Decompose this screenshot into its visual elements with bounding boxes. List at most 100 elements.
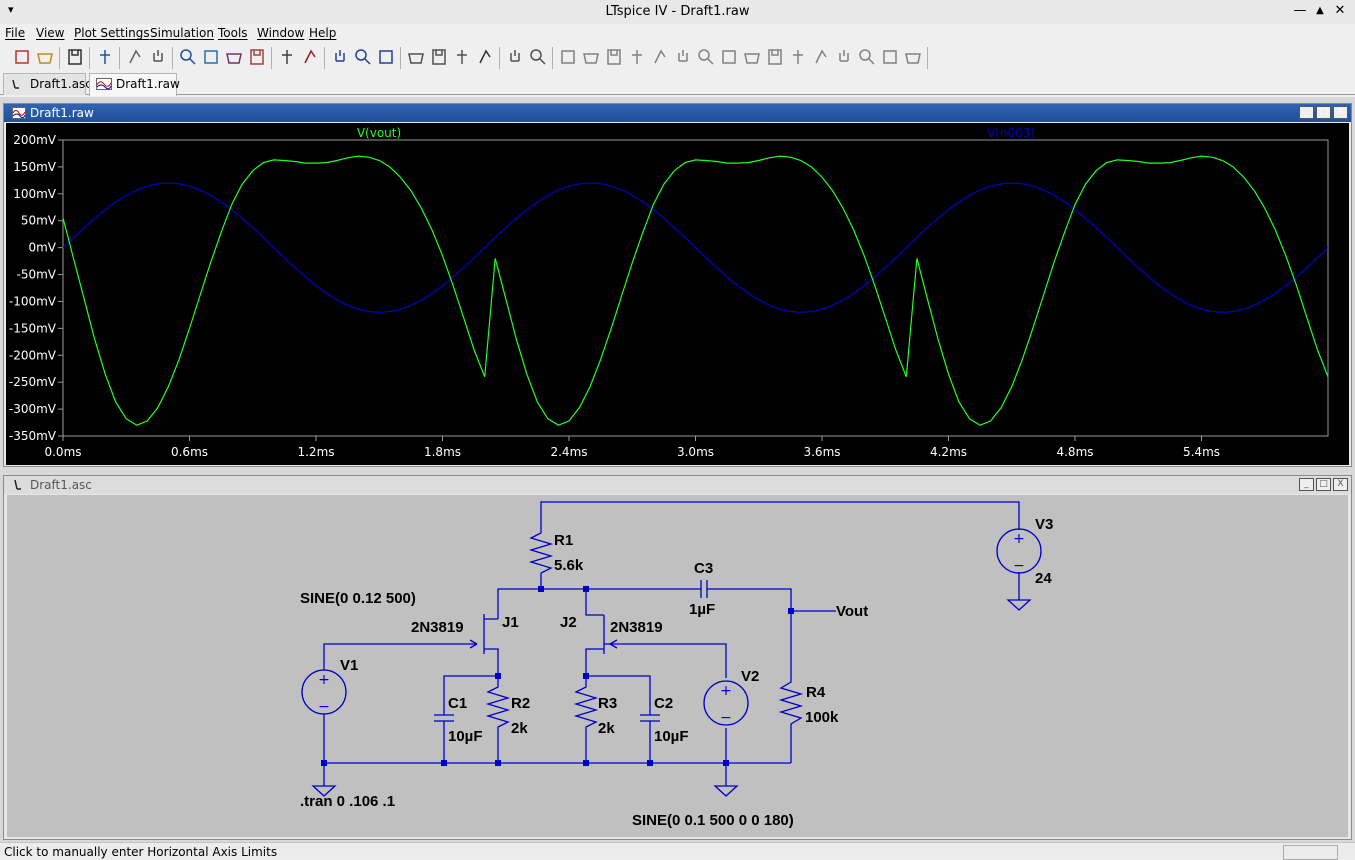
capacitor-icon[interactable] <box>650 47 670 67</box>
label-vout[interactable]: Vout <box>836 603 868 620</box>
y-tick-label[interactable]: 50mV <box>21 214 57 228</box>
print-icon[interactable] <box>528 47 548 67</box>
value-c3[interactable]: 1µF <box>689 601 715 618</box>
x-tick-label[interactable]: 4.8ms <box>1056 445 1093 459</box>
x-tick-label[interactable]: 0.6ms <box>171 445 208 459</box>
y-tick-label[interactable]: -300mV <box>9 402 57 416</box>
menu-window[interactable]: Window <box>257 26 304 40</box>
undo-icon[interactable] <box>788 47 808 67</box>
value-r4[interactable]: 100k <box>805 709 839 726</box>
zoom-out-icon[interactable] <box>224 47 244 67</box>
schematic-window-titlebar[interactable]: Draft1.asc _ □ X <box>4 476 1351 494</box>
cut-icon[interactable] <box>406 47 426 67</box>
plot-window-titlebar[interactable]: Draft1.raw _ □ X <box>4 104 1351 122</box>
drag-icon[interactable] <box>765 47 785 67</box>
y-tick-label[interactable]: -150mV <box>9 321 57 335</box>
menu-simulation[interactable]: Simulation <box>150 26 214 40</box>
maximize-icon[interactable]: ▲ <box>1310 2 1330 20</box>
tran-directive[interactable]: .tran 0 .106 .1 <box>300 793 395 810</box>
label-v1[interactable]: V1 <box>340 657 358 674</box>
x-tick-label[interactable]: 1.2ms <box>297 445 334 459</box>
run-icon[interactable] <box>125 47 145 67</box>
menu-file[interactable]: File <box>5 26 25 40</box>
label-r3[interactable]: R3 <box>598 695 617 712</box>
y-tick-label[interactable]: 200mV <box>13 133 57 147</box>
label-c2[interactable]: C2 <box>654 695 673 712</box>
x-tick-label[interactable]: 5.4ms <box>1183 445 1220 459</box>
ground-icon[interactable] <box>581 47 601 67</box>
restore-button[interactable]: □ <box>1316 106 1331 119</box>
y-tick-label[interactable]: 0mV <box>28 241 56 255</box>
y-tick-label[interactable]: -50mV <box>17 268 57 282</box>
label-j1[interactable]: J1 <box>502 614 519 631</box>
component-icon[interactable] <box>719 47 739 67</box>
label-r4[interactable]: R4 <box>806 684 826 701</box>
schematic-canvas[interactable]: + − + − + − R1 5.6k C3 1µF Vout SINE(0 0… <box>7 495 1348 837</box>
value-c1[interactable]: 10µF <box>448 728 483 745</box>
paste-icon[interactable] <box>452 47 472 67</box>
new-schematic-icon[interactable] <box>12 47 32 67</box>
waveform-plot[interactable]: 200mV 150mV 100mV 50mV 0mV -50mV -100mV -150mV -… <box>6 123 1349 465</box>
spice-directive-icon[interactable] <box>903 47 923 67</box>
menu-plot-settings[interactable]: Plot Settings <box>74 26 150 40</box>
find-icon[interactable] <box>475 47 495 67</box>
resistor-icon[interactable] <box>627 47 647 67</box>
value-v1[interactable]: SINE(0 0.12 500) <box>300 590 416 607</box>
copy-icon[interactable] <box>429 47 449 67</box>
minimize-icon[interactable]: — <box>1290 2 1310 20</box>
zoom-cancel-icon[interactable] <box>247 47 267 67</box>
label-v3[interactable]: V3 <box>1035 516 1053 533</box>
y-tick-label[interactable]: -350mV <box>9 429 57 443</box>
text-icon[interactable] <box>880 47 900 67</box>
y-tick-label[interactable]: -200mV <box>9 348 57 362</box>
control-panel-icon[interactable] <box>95 47 115 67</box>
label-v2[interactable]: V2 <box>741 668 759 685</box>
tab-draft1-asc[interactable]: Draft1.asc <box>3 73 92 95</box>
tile-horizontal-icon[interactable] <box>330 47 350 67</box>
label-c3[interactable]: C3 <box>694 560 713 577</box>
close-icon[interactable]: ✕ <box>1330 2 1350 20</box>
open-icon[interactable] <box>35 47 55 67</box>
label-r1[interactable]: R1 <box>554 532 573 549</box>
close-button[interactable]: X <box>1333 478 1348 491</box>
x-tick-label[interactable]: 4.2ms <box>930 445 967 459</box>
label-j2[interactable]: J2 <box>560 614 577 631</box>
legend-n003[interactable]: V(n003) <box>987 126 1035 140</box>
y-tick-label[interactable]: -250mV <box>9 375 57 389</box>
value-c2[interactable]: 10µF <box>654 728 689 745</box>
value-r3[interactable]: 2k <box>598 720 615 737</box>
value-r2[interactable]: 2k <box>511 720 528 737</box>
model-j2[interactable]: 2N3819 <box>610 619 663 636</box>
label-c1[interactable]: C1 <box>448 695 467 712</box>
x-tick-label[interactable]: 3.6ms <box>803 445 840 459</box>
wire-icon[interactable] <box>558 47 578 67</box>
y-tick-label[interactable]: -100mV <box>9 294 57 308</box>
minimize-button[interactable]: _ <box>1299 478 1314 491</box>
zoom-full-icon[interactable] <box>300 47 320 67</box>
restore-button[interactable]: □ <box>1316 478 1331 491</box>
legend-vout[interactable]: V(vout) <box>357 126 401 140</box>
x-tick-label[interactable]: 0.0ms <box>44 445 81 459</box>
label-r2[interactable]: R2 <box>511 695 530 712</box>
inductor-icon[interactable] <box>673 47 693 67</box>
menu-help[interactable]: Help <box>309 26 336 40</box>
y-tick-label[interactable]: 100mV <box>13 187 57 201</box>
label-net-icon[interactable] <box>604 47 624 67</box>
mirror-icon[interactable] <box>857 47 877 67</box>
y-tick-label[interactable]: 150mV <box>13 160 57 174</box>
minimize-button[interactable]: _ <box>1299 106 1314 119</box>
cascade-icon[interactable] <box>353 47 373 67</box>
model-j1[interactable]: 2N3819 <box>411 619 464 636</box>
autorange-icon[interactable] <box>277 47 297 67</box>
move-icon[interactable] <box>742 47 762 67</box>
x-tick-label[interactable]: 2.4ms <box>550 445 587 459</box>
save-icon[interactable] <box>65 47 85 67</box>
x-tick-label[interactable]: 1.8ms <box>424 445 461 459</box>
value-r1[interactable]: 5.6k <box>554 557 584 574</box>
tab-draft1-raw[interactable]: Draft1.raw <box>89 73 180 96</box>
redo-icon[interactable] <box>811 47 831 67</box>
print-setup-icon[interactable] <box>505 47 525 67</box>
halt-icon[interactable] <box>148 47 168 67</box>
value-v3[interactable]: 24 <box>1035 570 1052 587</box>
zoom-in-icon[interactable] <box>178 47 198 67</box>
